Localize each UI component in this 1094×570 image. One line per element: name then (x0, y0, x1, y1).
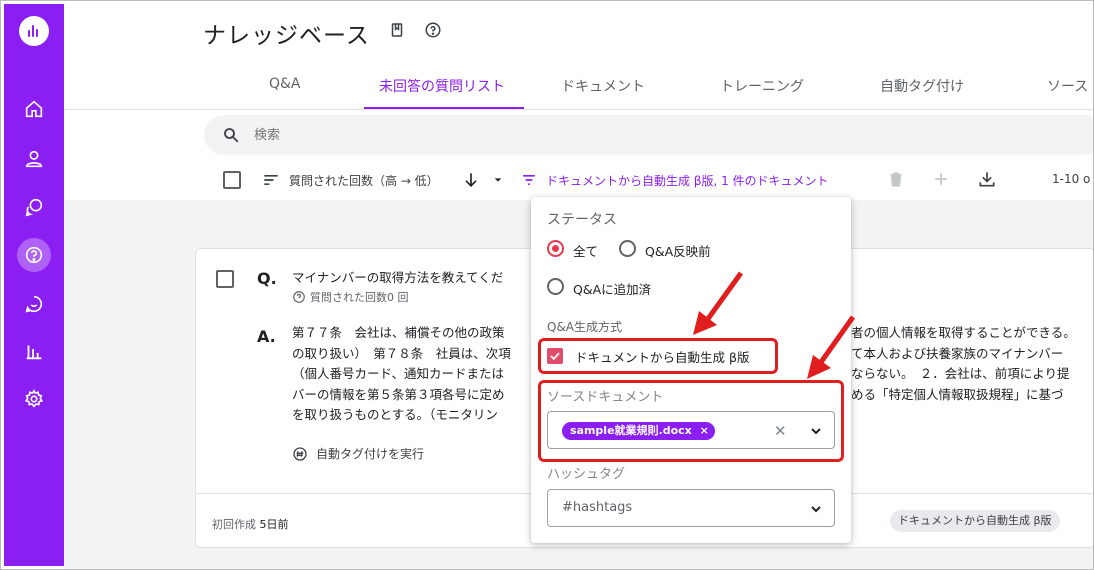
help-icon[interactable] (424, 21, 442, 39)
answer-text-continued: 者の個人情報を取得することができる。 て本人および扶養家族のマイナンバー ならな… (851, 323, 1076, 405)
book-icon[interactable] (388, 21, 406, 39)
search-input[interactable] (254, 125, 654, 145)
status-before-radio[interactable] (619, 240, 636, 257)
status-added-radio[interactable] (547, 278, 564, 295)
question-text: マイナンバーの取得方法を教えてくだ (292, 270, 504, 285)
hashtag-placeholder: #hashtags (562, 500, 633, 515)
tab-documents[interactable]: ドキュメント (561, 76, 645, 96)
app-logo[interactable] (19, 16, 49, 46)
users-icon[interactable] (18, 143, 50, 175)
active-tab-indicator (364, 107, 524, 109)
answer-line: ならない。 ２．会社は、前項により提 (851, 366, 1070, 381)
answer-marker: A. (257, 327, 276, 346)
tab-qa[interactable]: Q&A (269, 76, 301, 92)
created-value: 5日前 (259, 518, 289, 531)
tab-unanswered[interactable]: 未回答の質問リスト (379, 76, 505, 96)
home-icon[interactable] (18, 93, 50, 125)
page-title: ナレッジベース (203, 23, 370, 49)
search-icon (224, 128, 239, 143)
chat-bubbles-icon[interactable] (18, 191, 50, 223)
caret-down-icon[interactable] (488, 170, 508, 190)
hashtag-select[interactable]: #hashtags (547, 489, 835, 527)
settings-icon[interactable] (18, 383, 50, 415)
asked-count-text: 質問された回数0 回 (310, 291, 409, 304)
tab-auto-tagging[interactable]: 自動タグ付け (880, 76, 964, 96)
run-auto-tag-button[interactable]: 自動タグ付けを実行 (292, 445, 424, 462)
annotation-arrow-icon (693, 271, 744, 335)
asked-count: 質問された回数0 回 (292, 289, 409, 305)
question-select-checkbox[interactable] (216, 270, 234, 288)
app-frame: ナレッジベース Q&A 未回答の質問リスト ドキュメント トレーニング 自動タグ… (0, 0, 1094, 570)
chevron-down-icon[interactable] (808, 501, 824, 517)
method-heading: Q&A生成方式 (547, 320, 623, 334)
sidebar (4, 4, 64, 566)
created-info: 初回作成 5日前 (212, 516, 289, 532)
created-prefix: 初回作成 (212, 518, 256, 531)
run-auto-tag-label: 自動タグ付けを実行 (316, 447, 425, 461)
status-before-label: Q&A反映前 (645, 244, 711, 259)
answer-line: て本人および扶養家族のマイナンバー (851, 345, 1064, 361)
status-heading: ステータス (547, 212, 617, 228)
tab-training[interactable]: トレーニング (720, 76, 804, 96)
annotation-highlight-method (538, 338, 778, 374)
status-all-label: 全て (573, 244, 599, 259)
add-icon[interactable] (931, 169, 951, 189)
select-all-checkbox[interactable] (223, 171, 241, 189)
active-filter-label[interactable]: ドキュメントから自動生成 β版, 1 件のドキュメント (546, 172, 829, 189)
download-icon[interactable] (977, 169, 997, 189)
hashtag-circle-icon (293, 446, 307, 461)
status-added-label: Q&Aに追加済 (573, 282, 652, 297)
delete-icon[interactable] (886, 169, 906, 189)
chat-smile-icon[interactable] (18, 288, 50, 320)
answer-line: 者の個人情報を取得することができる。 (851, 325, 1076, 340)
search-bar[interactable] (204, 115, 1093, 155)
tab-source[interactable]: ソース (1047, 76, 1088, 96)
annotation-arrow-icon (807, 315, 856, 379)
tab-bar: Q&A 未回答の質問リスト ドキュメント トレーニング 自動タグ付け ソース (64, 64, 1093, 110)
unanswered-questions-icon[interactable] (17, 238, 51, 272)
pagination-label: 1-10 o (1052, 172, 1091, 186)
annotation-highlight-source (538, 380, 844, 462)
question-marker: Q. (257, 269, 277, 288)
hashtag-label: ハッシュタグ (547, 467, 626, 482)
arrow-down-icon[interactable] (461, 170, 481, 190)
help-circle-icon (293, 291, 305, 303)
answer-line: める「特定個人情報取扱規程」に基づ (851, 386, 1064, 402)
status-all-radio[interactable] (547, 240, 564, 257)
sort-icon[interactable] (261, 170, 281, 190)
filter-icon[interactable] (519, 170, 539, 190)
source-tag-chip: ドキュメントから自動生成 β版 (890, 510, 1060, 532)
sort-label[interactable]: 質問された回数（高 → 低） (289, 172, 439, 189)
analytics-icon[interactable] (18, 335, 50, 367)
list-toolbar: 質問された回数（高 → 低） ドキュメントから自動生成 β版, 1 件のドキュメ… (64, 161, 1093, 199)
